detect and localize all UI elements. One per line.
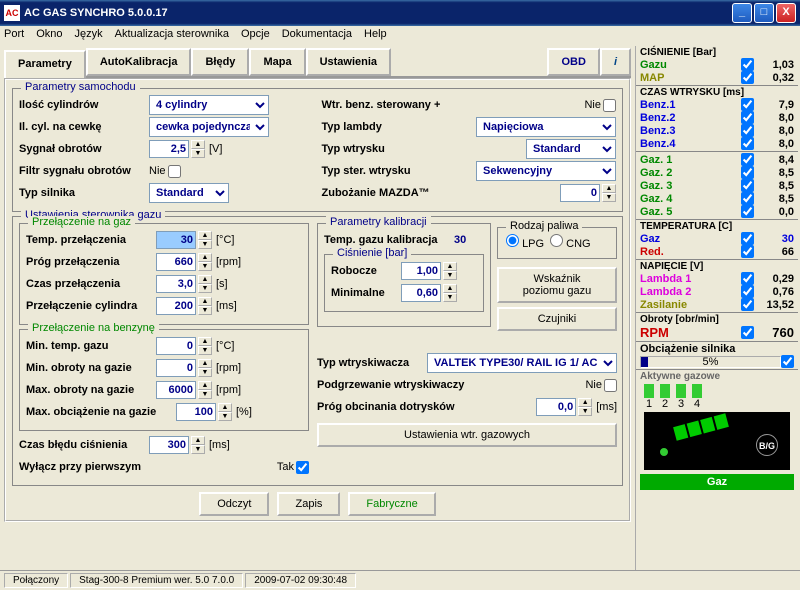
min-temp-input[interactable] bbox=[156, 337, 196, 355]
gauge-led-icon bbox=[660, 448, 668, 456]
zapis-button[interactable]: Zapis bbox=[277, 492, 340, 516]
status-ver: Stag-300-8 Premium wer. 5.0 7.0.0 bbox=[70, 573, 243, 588]
robocze-input[interactable] bbox=[401, 262, 441, 280]
tab-mapa[interactable]: Mapa bbox=[249, 48, 305, 76]
prog-obc-input[interactable] bbox=[536, 398, 576, 416]
zuboz-label: Zubożanie MAZDA™ bbox=[322, 187, 462, 199]
bg-button[interactable]: B/G bbox=[756, 434, 778, 456]
czas-bledu-input[interactable] bbox=[149, 436, 189, 454]
maximize-button[interactable]: □ bbox=[754, 3, 774, 23]
titlebar: AC AC GAS SYNCHRO 5.0.0.17 _ □ X bbox=[0, 0, 800, 26]
ilosc-cyl-select[interactable]: 4 cylindry bbox=[149, 95, 269, 115]
typ-ster-label: Typ ster. wtrysku bbox=[322, 165, 422, 177]
injector-indicators: 1 2 3 4 bbox=[640, 382, 794, 412]
min-cis-input[interactable] bbox=[401, 284, 441, 302]
group-kalibracja: Parametry kalibracji Temp. gazu kalibrac… bbox=[317, 223, 491, 327]
menu-jezyk[interactable]: Język bbox=[74, 28, 102, 44]
injector-icon bbox=[692, 384, 702, 398]
app-icon: AC bbox=[4, 5, 20, 21]
typ-ster-select[interactable]: Sekwencyjny bbox=[476, 161, 616, 181]
przel-cyl-input[interactable] bbox=[156, 297, 196, 315]
injector-icon bbox=[676, 384, 686, 398]
group-paliwo: Rodzaj paliwa LPG CNG bbox=[497, 227, 617, 259]
odczyt-button[interactable]: Odczyt bbox=[199, 492, 269, 516]
lpg-radio[interactable]: LPG bbox=[506, 234, 544, 250]
typ-wtrysk-select[interactable]: VALTEK TYPE30/ RAIL IG 1/ AC bbox=[427, 353, 617, 373]
typ-silnika-select[interactable]: Standard bbox=[149, 183, 229, 203]
fuel-gauge: B/G bbox=[644, 412, 790, 470]
menu-opcje[interactable]: Opcje bbox=[241, 28, 270, 44]
spin-down[interactable]: ▼ bbox=[191, 149, 205, 158]
wtr-benz-label: Wtr. benz. sterowany + bbox=[322, 99, 482, 111]
czujniki-button[interactable]: Czujniki bbox=[497, 307, 617, 331]
filtr-checkbox[interactable] bbox=[168, 165, 181, 178]
czas-przel-input[interactable] bbox=[156, 275, 196, 293]
ust-wtr-button[interactable]: Ustawienia wtr. gazowych bbox=[317, 423, 617, 447]
fabryczne-button[interactable]: Fabryczne bbox=[348, 492, 435, 516]
cng-radio[interactable]: CNG bbox=[550, 234, 591, 250]
injector-icon bbox=[660, 384, 670, 398]
status-conn: Połączony bbox=[4, 573, 68, 588]
group-parametry-samochodu: Parametry samochodu Ilość cylindrów 4 cy… bbox=[12, 88, 623, 212]
prog-przel-input[interactable] bbox=[156, 253, 196, 271]
group-przelaczenie-benzyne: Przełączenie na benzynę Min. temp. gazu▲… bbox=[19, 329, 309, 431]
typ-silnika-label: Typ silnika bbox=[19, 187, 149, 199]
wylacz-checkbox[interactable] bbox=[296, 461, 309, 474]
typ-wtrysku-label: Typ wtrysku bbox=[322, 143, 422, 155]
sygnal-input[interactable] bbox=[149, 140, 189, 158]
status-date: 2009-07-02 09:30:48 bbox=[245, 573, 356, 588]
tab-autokalibracja[interactable]: AutoKalibracja bbox=[86, 48, 192, 76]
menu-help[interactable]: Help bbox=[364, 28, 387, 44]
statusbar: Połączony Stag-300-8 Premium wer. 5.0 7.… bbox=[0, 570, 800, 590]
tabs: Parametry AutoKalibracja Błędy Mapa Usta… bbox=[4, 48, 631, 78]
group-cisnienie: Ciśnienie [bar] Robocze▲▼ Minimalne▲▼ bbox=[324, 254, 484, 312]
minimize-button[interactable]: _ bbox=[732, 3, 752, 23]
sidebar: CIŚNIENIE [Bar] Gazu1,03 MAP0,32 CZAS WT… bbox=[635, 46, 798, 570]
typ-lambdy-select[interactable]: Napięciowa bbox=[476, 117, 616, 137]
menu-dokumentacja[interactable]: Dokumentacja bbox=[282, 28, 352, 44]
tab-obd[interactable]: OBD bbox=[547, 48, 599, 76]
typ-lambdy-label: Typ lambdy bbox=[322, 121, 422, 133]
tab-ustawienia[interactable]: Ustawienia bbox=[306, 48, 391, 76]
gaz-status: Gaz bbox=[640, 474, 794, 490]
tab-parametry[interactable]: Parametry bbox=[4, 50, 86, 78]
il-cewka-select[interactable]: cewka pojedyncza bbox=[149, 117, 269, 137]
injector-icon bbox=[644, 384, 654, 398]
group-przelaczenie-gaz: Przełączenie na gaz Temp. przełączenia▲▼… bbox=[19, 223, 309, 325]
gauge-bar-icon bbox=[714, 413, 729, 430]
typ-wtrysku-select[interactable]: Standard bbox=[526, 139, 616, 159]
close-button[interactable]: X bbox=[776, 3, 796, 23]
group-title: Parametry samochodu bbox=[21, 81, 140, 93]
wtr-benz-checkbox[interactable] bbox=[603, 99, 616, 112]
max-obc-input[interactable] bbox=[176, 403, 216, 421]
menu-aktualizacja[interactable]: Aktualizacja sterownika bbox=[115, 28, 229, 44]
sygnal-label: Sygnał obrotów bbox=[19, 143, 149, 155]
gauge-bar-icon bbox=[687, 420, 702, 437]
wskaznik-button[interactable]: Wskaźnik poziomu gazu bbox=[497, 267, 617, 303]
ilosc-cyl-label: Ilość cylindrów bbox=[19, 99, 149, 111]
window-title: AC GAS SYNCHRO 5.0.0.17 bbox=[24, 7, 732, 19]
filtr-label: Filtr sygnału obrotów bbox=[19, 165, 149, 177]
tab-bledy[interactable]: Błędy bbox=[191, 48, 249, 76]
menubar: Port Okno Język Aktualizacja sterownika … bbox=[0, 26, 800, 46]
podgrz-checkbox[interactable] bbox=[604, 379, 617, 392]
menu-okno[interactable]: Okno bbox=[36, 28, 62, 44]
il-cewka-label: Il. cyl. na cewkę bbox=[19, 121, 149, 133]
spin-up[interactable]: ▲ bbox=[191, 140, 205, 149]
group-ustawienia-gazu: Ustawienia sterownika gazu Przełączenie … bbox=[12, 216, 623, 486]
gauge-bar-icon bbox=[673, 424, 688, 441]
gauge-bar-icon bbox=[700, 417, 715, 434]
min-obr-input[interactable] bbox=[156, 359, 196, 377]
tab-info-icon[interactable]: i bbox=[600, 48, 631, 76]
zuboz-input[interactable] bbox=[560, 184, 600, 202]
temp-przel-input[interactable] bbox=[156, 231, 196, 249]
max-obr-input[interactable] bbox=[156, 381, 196, 399]
menu-port[interactable]: Port bbox=[4, 28, 24, 44]
